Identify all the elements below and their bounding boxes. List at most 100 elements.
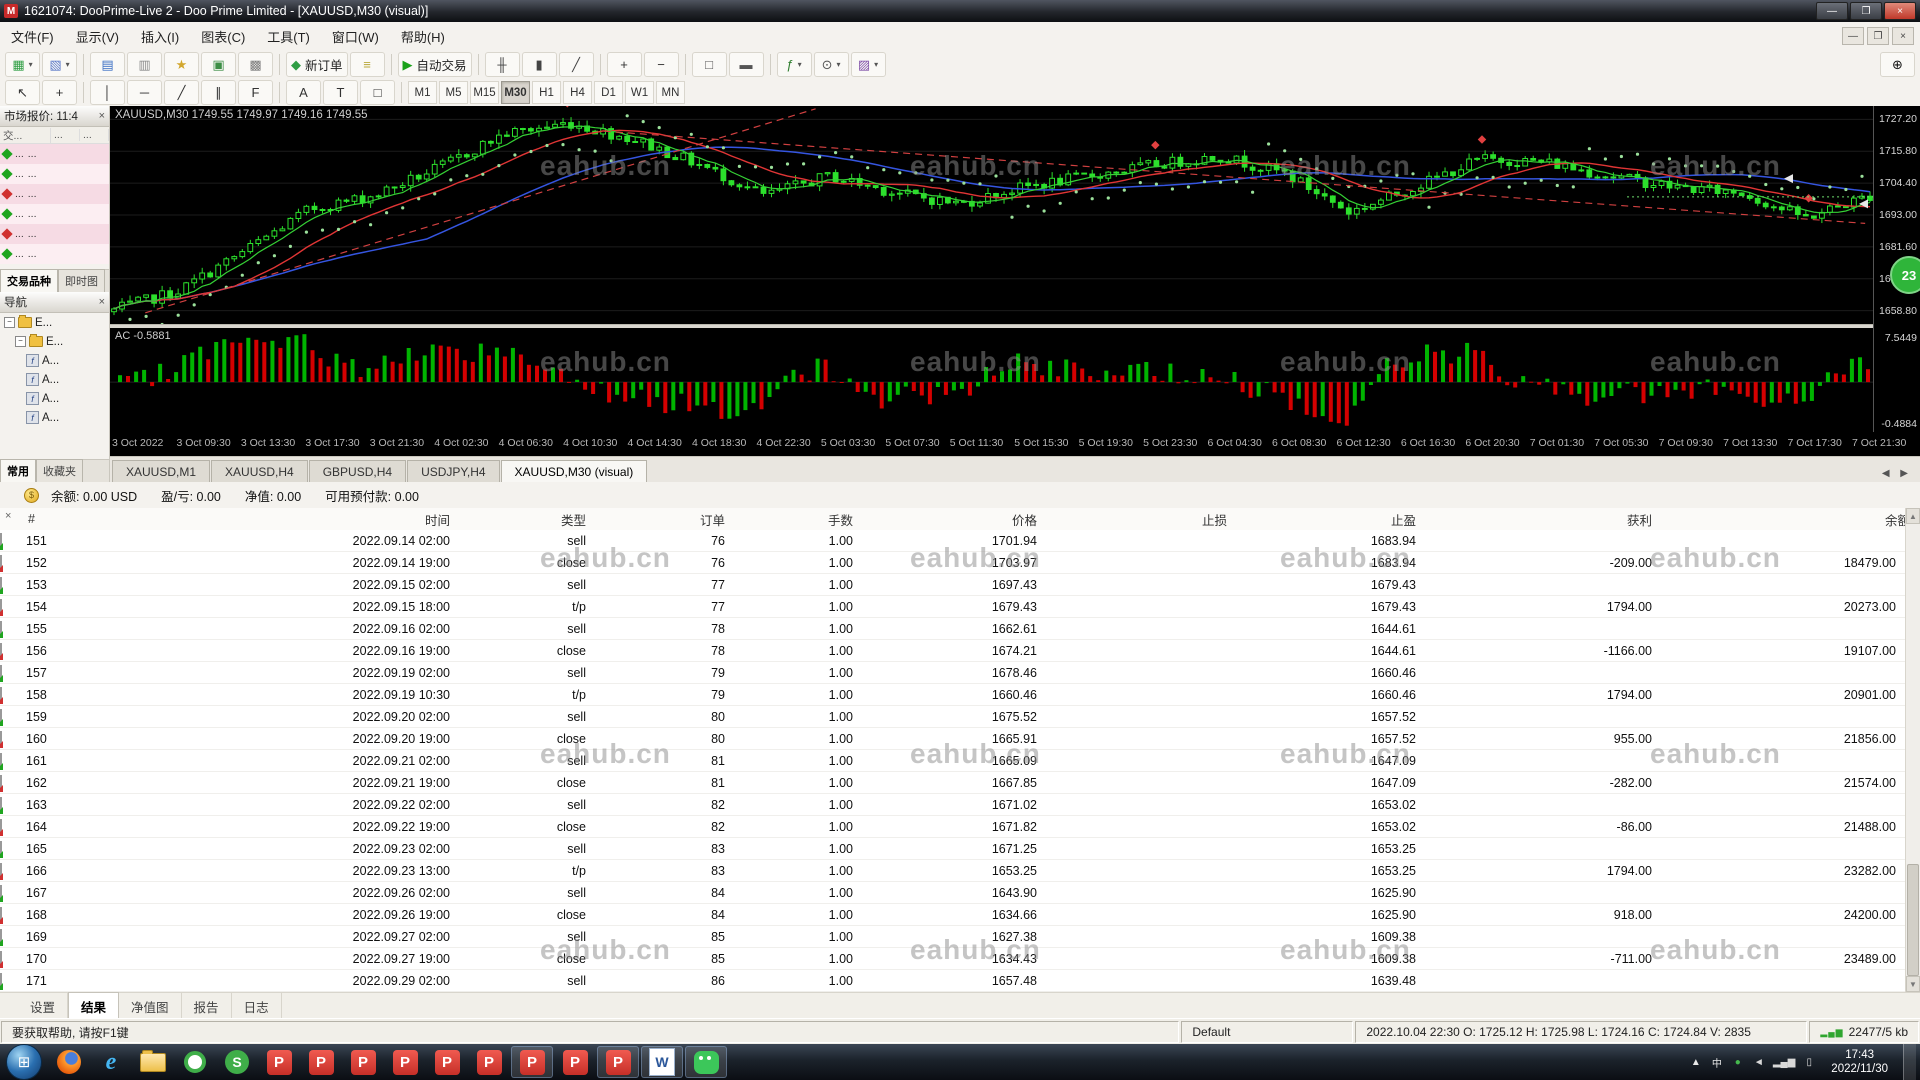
- cursor-tool[interactable]: ↖: [5, 80, 40, 105]
- table-row[interactable]: 1562022.09.16 19:00close781.001674.21164…: [0, 640, 1906, 662]
- firefox-icon[interactable]: [49, 1047, 89, 1077]
- timeframe-w1[interactable]: W1: [625, 81, 654, 104]
- column-header-4[interactable]: 手数: [735, 510, 863, 529]
- menu-item-5[interactable]: 窗口(W): [321, 22, 390, 51]
- table-row[interactable]: 1612022.09.21 02:00sell811.001665.091647…: [0, 750, 1906, 772]
- terminal-button[interactable]: ▣: [201, 52, 236, 77]
- profiles-button[interactable]: ▧▾: [42, 52, 77, 77]
- autotrading-button[interactable]: ▶自动交易: [398, 52, 472, 77]
- wps-ppt-5-icon[interactable]: P: [427, 1047, 467, 1077]
- templates-button[interactable]: ▨▾: [851, 52, 886, 77]
- new-order-button[interactable]: ◆新订单: [286, 52, 348, 77]
- wps-ppt-1-icon[interactable]: P: [259, 1047, 299, 1077]
- tray-security-icon[interactable]: ●: [1731, 1057, 1745, 1068]
- table-row[interactable]: 1582022.09.19 10:30t/p791.001660.461660.…: [0, 684, 1906, 706]
- price-axis[interactable]: 23 1727.201715.801704.401693.001681.6016…: [1873, 106, 1920, 456]
- table-scrollbar[interactable]: ▲ ▼: [1905, 508, 1920, 992]
- wps-ppt-4-icon[interactable]: P: [385, 1047, 425, 1077]
- table-row[interactable]: 1712022.09.29 02:00sell861.001657.481639…: [0, 970, 1906, 992]
- restore-button[interactable]: ❐: [1850, 2, 1882, 20]
- data-window-button[interactable]: ▥: [127, 52, 162, 77]
- table-row[interactable]: 1642022.09.22 19:00close821.001671.82165…: [0, 816, 1906, 838]
- browser-360-icon[interactable]: [175, 1047, 215, 1077]
- menu-item-0[interactable]: 文件(F): [0, 22, 65, 51]
- navigator-item[interactable]: fA...: [0, 351, 109, 370]
- menu-item-1[interactable]: 显示(V): [65, 22, 130, 51]
- close-button[interactable]: ×: [1884, 2, 1916, 20]
- horizontal-line-tool[interactable]: ─: [127, 80, 162, 105]
- text-tool[interactable]: A: [286, 80, 321, 105]
- tray-volume-icon[interactable]: ◄: [1752, 1057, 1766, 1068]
- menu-item-2[interactable]: 插入(I): [130, 22, 190, 51]
- wps-ppt-7-icon[interactable]: P: [511, 1046, 553, 1078]
- timeframe-m15[interactable]: M15: [470, 81, 499, 104]
- terminal-tab-0[interactable]: 设置: [18, 993, 68, 1020]
- chart-tab-scroll-arrows[interactable]: ◀ ▶: [1882, 468, 1920, 483]
- app-green-icon[interactable]: S: [217, 1047, 257, 1077]
- ac-indicator-pane[interactable]: AC -0.5881: [110, 328, 1874, 432]
- crosshair-tool[interactable]: +: [42, 80, 77, 105]
- chart-tab-0[interactable]: XAUUSD,M1: [112, 460, 210, 483]
- column-header-8[interactable]: 获利: [1426, 510, 1662, 529]
- navigator-item[interactable]: fA...: [0, 389, 109, 408]
- column-header-6[interactable]: 止损: [1047, 510, 1237, 529]
- chart-tab-2[interactable]: GBPUSD,H4: [309, 460, 406, 483]
- shapes-tool[interactable]: □: [360, 80, 395, 105]
- menu-item-6[interactable]: 帮助(H): [390, 22, 456, 51]
- navigator-tab-0[interactable]: 常用: [0, 459, 36, 482]
- chart-tab-1[interactable]: XAUUSD,H4: [211, 460, 308, 483]
- navigator-item[interactable]: fA...: [0, 408, 109, 427]
- timeframe-m30[interactable]: M30: [501, 81, 530, 104]
- toolbox-close-icon[interactable]: ×: [5, 510, 11, 522]
- table-row[interactable]: 1602022.09.20 19:00close801.001665.91165…: [0, 728, 1906, 750]
- navigator-button[interactable]: ★: [164, 52, 199, 77]
- scrollbar-thumb[interactable]: [1907, 864, 1919, 976]
- timeframe-m5[interactable]: M5: [439, 81, 468, 104]
- wps-ppt-8-icon[interactable]: P: [555, 1047, 595, 1077]
- column-header-3[interactable]: 订单: [596, 510, 735, 529]
- file-explorer-icon[interactable]: [133, 1047, 173, 1077]
- table-row[interactable]: 1522022.09.14 19:00close761.001703.97168…: [0, 552, 1906, 574]
- navigator-item[interactable]: fA...: [0, 370, 109, 389]
- candlestick-chart-canvas[interactable]: [110, 106, 1874, 324]
- navigator-item[interactable]: −E...: [0, 332, 109, 351]
- word-document-icon[interactable]: W: [641, 1046, 683, 1078]
- tray-network-icon[interactable]: ▂▄▆: [1773, 1057, 1795, 1068]
- column-header-1[interactable]: 时间: [138, 510, 460, 529]
- market-watch-button[interactable]: ▤: [90, 52, 125, 77]
- navigator-item[interactable]: −E...: [0, 313, 109, 332]
- table-row[interactable]: 1702022.09.27 19:00close851.001634.43160…: [0, 948, 1906, 970]
- table-row[interactable]: 1682022.09.26 19:00close841.001634.66162…: [0, 904, 1906, 926]
- terminal-tab-2[interactable]: 净值图: [119, 993, 182, 1020]
- market-watch-row[interactable]: ......: [0, 184, 109, 204]
- expand-icon[interactable]: −: [15, 336, 26, 347]
- terminal-tab-1[interactable]: 结果: [68, 992, 119, 1020]
- zoom-out-button[interactable]: −: [644, 52, 679, 77]
- mdi-close-button[interactable]: ×: [1892, 27, 1914, 45]
- table-row[interactable]: 1662022.09.23 13:00t/p831.001653.251653.…: [0, 860, 1906, 882]
- chart-tab-4[interactable]: XAUUSD,M30 (visual): [501, 460, 648, 483]
- market-watch-row[interactable]: ......: [0, 224, 109, 244]
- timeframe-h4[interactable]: H4: [563, 81, 592, 104]
- table-row[interactable]: 1632022.09.22 02:00sell821.001671.021653…: [0, 794, 1906, 816]
- mdi-restore-button[interactable]: ❐: [1867, 27, 1889, 45]
- internet-explorer-icon[interactable]: e: [91, 1047, 131, 1077]
- scroll-up-icon[interactable]: ▲: [1906, 508, 1920, 524]
- line-chart-button[interactable]: ╱: [559, 52, 594, 77]
- vertical-line-tool[interactable]: │: [90, 80, 125, 105]
- tray-power-icon[interactable]: ▯: [1802, 1057, 1816, 1068]
- strategy-tester-button[interactable]: ▩: [238, 52, 273, 77]
- terminal-tab-4[interactable]: 日志: [232, 993, 282, 1020]
- table-row[interactable]: 1692022.09.27 02:00sell851.001627.381609…: [0, 926, 1906, 948]
- expand-icon[interactable]: −: [4, 317, 15, 328]
- table-row[interactable]: 1572022.09.19 02:00sell791.001678.461660…: [0, 662, 1906, 684]
- column-header-5[interactable]: 价格: [863, 510, 1047, 529]
- wps-ppt-2-icon[interactable]: P: [301, 1047, 341, 1077]
- table-row[interactable]: 1532022.09.15 02:00sell771.001697.431679…: [0, 574, 1906, 596]
- indicators-button[interactable]: ƒ▾: [777, 52, 812, 77]
- menu-item-4[interactable]: 工具(T): [256, 22, 321, 51]
- bar-chart-button[interactable]: ╫: [485, 52, 520, 77]
- minimize-button[interactable]: —: [1816, 2, 1848, 20]
- market-watch-close-icon[interactable]: ×: [99, 110, 105, 122]
- label-tool[interactable]: T: [323, 80, 358, 105]
